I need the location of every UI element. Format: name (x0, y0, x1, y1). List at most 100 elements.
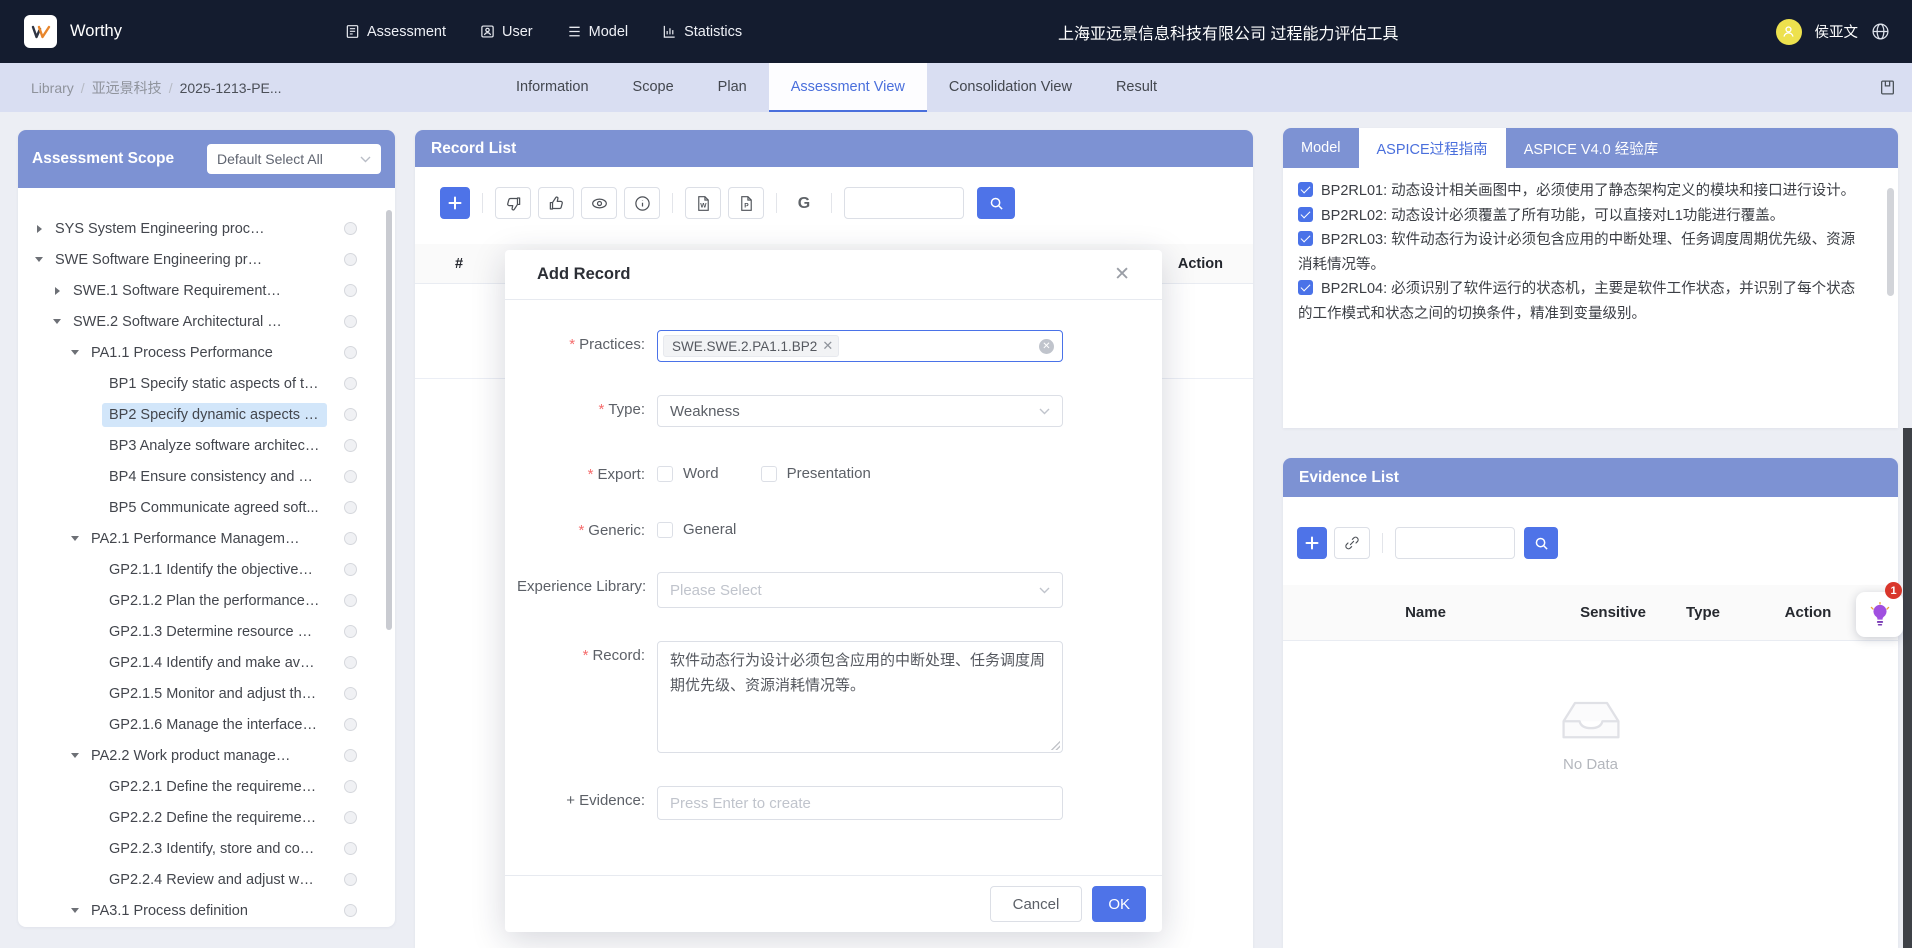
tree-item[interactable]: PA2.1 Performance Management (18, 523, 395, 554)
tree-item-radio[interactable] (344, 842, 357, 855)
tree-item[interactable]: GP2.1.2 Plan the performance o... (18, 585, 395, 616)
tree-item-radio[interactable] (344, 749, 357, 762)
tree-item-radio[interactable] (344, 811, 357, 824)
tree-item[interactable]: BP5 Communicate agreed soft... (18, 492, 395, 523)
evidence-search-button[interactable] (1524, 527, 1558, 559)
tree-item[interactable]: SWE Software Engineering process group (18, 244, 395, 275)
tree-expand-icon[interactable] (66, 908, 84, 913)
clear-input-icon[interactable]: ✕ (1039, 339, 1054, 354)
tab-plan[interactable]: Plan (696, 63, 769, 112)
evidence-input[interactable] (657, 786, 1063, 820)
record-word-doc-button[interactable]: W (685, 187, 721, 219)
record-google-button[interactable]: G (789, 187, 819, 219)
tree-item[interactable]: GP2.1.6 Manage the interfaces ... (18, 709, 395, 740)
tag-close-icon[interactable]: ✕ (822, 338, 833, 354)
assistant-fab[interactable] (1856, 592, 1903, 637)
breadcrumb-item[interactable]: 亚远景科技 (92, 78, 162, 98)
tree-item-radio[interactable] (344, 408, 357, 421)
record-textarea[interactable]: 软件动态行为设计必须包含应用的中断处理、任务调度周期优先级、资源消耗情况等。 (657, 641, 1063, 753)
guide-tab-aspice过程指南[interactable]: ASPICE过程指南 (1359, 128, 1506, 168)
tree-item-radio[interactable] (344, 346, 357, 359)
close-icon[interactable]: ✕ (1114, 265, 1130, 284)
tree-item-radio[interactable] (344, 873, 357, 886)
tree-item[interactable]: GP2.2.2 Define the requirement... (18, 802, 395, 833)
experience-library-select[interactable]: Please Select (657, 572, 1063, 608)
generic-general-checkbox[interactable] (657, 522, 673, 538)
nav-item-assessment[interactable]: Assessment (345, 24, 446, 40)
tree-expand-icon[interactable] (30, 257, 48, 262)
export-presentation-label[interactable]: Presentation (787, 465, 871, 482)
generic-general-label[interactable]: General (683, 521, 736, 538)
nav-item-user[interactable]: User (480, 24, 533, 40)
export-presentation-checkbox[interactable] (761, 466, 777, 482)
checked-checkbox-icon[interactable] (1298, 207, 1313, 222)
tree-item[interactable]: PA1.1 Process Performance (18, 337, 395, 368)
record-thumbs-down-button[interactable] (495, 187, 531, 219)
checked-checkbox-icon[interactable] (1298, 280, 1313, 295)
tree-expand-icon[interactable] (66, 536, 84, 541)
tree-item[interactable]: BP4 Ensure consistency and est... (18, 461, 395, 492)
tree-item-radio[interactable] (344, 625, 357, 638)
tree-item[interactable]: GP2.1.5 Monitor and adjust the... (18, 678, 395, 709)
tree-item-radio[interactable] (344, 501, 357, 514)
tree-item[interactable]: GP2.2.4 Review and adjust work... (18, 864, 395, 895)
window-scrollbar[interactable] (1903, 428, 1912, 948)
tab-scope[interactable]: Scope (611, 63, 696, 112)
tree-item[interactable]: SYS System Engineering process group (18, 213, 395, 244)
tree-item-radio[interactable] (344, 780, 357, 793)
tree-expand-icon[interactable] (66, 350, 84, 355)
tab-assessment-view[interactable]: Assessment View (769, 63, 927, 112)
tree-item-radio[interactable] (344, 253, 357, 266)
tree-item[interactable]: GP2.1.3 Determine resource ne... (18, 616, 395, 647)
record-search-button[interactable] (977, 187, 1015, 219)
guide-tab-model[interactable]: Model (1283, 128, 1359, 168)
tab-information[interactable]: Information (494, 63, 611, 112)
type-select[interactable]: Weakness (657, 395, 1063, 427)
evidence-search-input[interactable] (1395, 527, 1515, 559)
tree-item-radio[interactable] (344, 687, 357, 700)
tab-consolidation-view[interactable]: Consolidation View (927, 63, 1094, 112)
scope-scrollbar-thumb[interactable] (386, 210, 392, 630)
tree-item-radio[interactable] (344, 284, 357, 297)
breadcrumb-item[interactable]: Library (31, 80, 74, 96)
tree-item-radio[interactable] (344, 656, 357, 669)
save-page-icon[interactable] (1879, 79, 1896, 96)
tree-item-radio[interactable] (344, 718, 357, 731)
checked-checkbox-icon[interactable] (1298, 231, 1313, 246)
tree-item[interactable]: SWE.2 Software Architectural Design (18, 306, 395, 337)
guide-tab-aspice-v4-0-经验库[interactable]: ASPICE V4.0 经验库 (1506, 128, 1677, 168)
breadcrumb-item[interactable]: 2025-1213-PE... (180, 80, 282, 96)
tree-item[interactable]: BP1 Specify static aspects of th... (18, 368, 395, 399)
evidence-plus-button[interactable] (1297, 527, 1327, 559)
record-info-button[interactable] (624, 187, 660, 219)
nav-item-model[interactable]: Model (567, 24, 629, 40)
tree-item[interactable]: BP3 Analyze software architect... (18, 430, 395, 461)
tab-result[interactable]: Result (1094, 63, 1179, 112)
tree-item[interactable]: GP2.2.1 Define the requirement... (18, 771, 395, 802)
tree-item-radio[interactable] (344, 532, 357, 545)
record-eye-button[interactable] (581, 187, 617, 219)
avatar[interactable] (1776, 19, 1802, 45)
cancel-button[interactable]: Cancel (990, 886, 1083, 922)
tree-item[interactable]: GP2.1.1 Identify the objectives ... (18, 554, 395, 585)
tree-item-radio[interactable] (344, 904, 357, 917)
tree-item[interactable]: GP2.1.4 Identify and make avail... (18, 647, 395, 678)
tree-item-radio[interactable] (344, 470, 357, 483)
tree-item-radio[interactable] (344, 563, 357, 576)
record-plus-button[interactable] (440, 187, 470, 219)
ok-button[interactable]: OK (1092, 886, 1146, 922)
evidence-link-button[interactable] (1334, 527, 1370, 559)
globe-icon[interactable] (1871, 22, 1890, 41)
record-thumbs-up-button[interactable] (538, 187, 574, 219)
tree-item-radio[interactable] (344, 377, 357, 390)
practices-input[interactable]: SWE.SWE.2.PA1.1.BP2 ✕ ✕ (657, 330, 1063, 362)
tree-expand-icon[interactable] (66, 753, 84, 758)
checked-checkbox-icon[interactable] (1298, 182, 1313, 197)
tree-item[interactable]: PA2.2 Work product management (18, 740, 395, 771)
export-word-checkbox[interactable] (657, 466, 673, 482)
tree-item[interactable]: GP2.2.3 Identify, store and cont... (18, 833, 395, 864)
record-search-input[interactable] (844, 187, 964, 219)
export-word-label[interactable]: Word (683, 465, 719, 482)
tree-item[interactable]: PA3.1 Process definition (18, 895, 395, 926)
username[interactable]: 侯亚文 (1815, 21, 1859, 42)
